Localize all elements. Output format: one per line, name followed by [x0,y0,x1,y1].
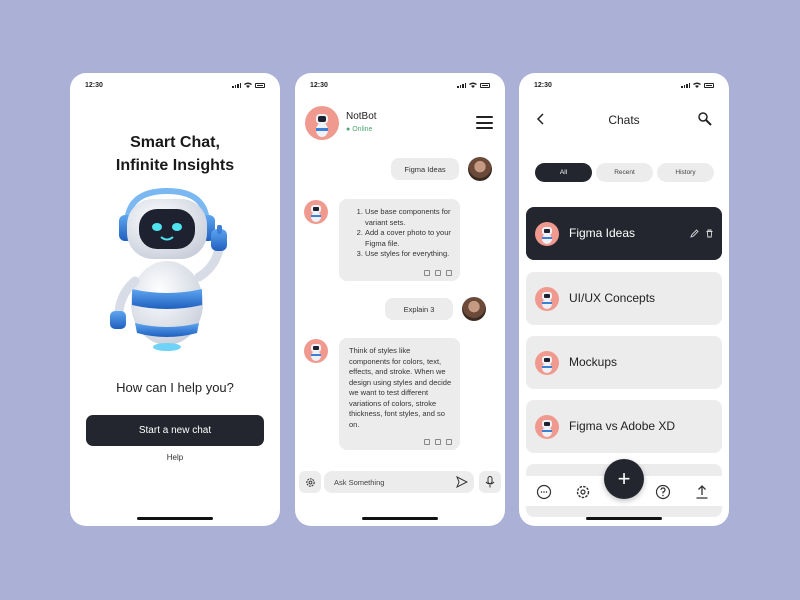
wifi-icon [469,82,477,88]
thumbs-up-icon[interactable] [435,270,441,276]
signal-icon [232,83,241,88]
copy-icon[interactable] [424,439,430,445]
message-input[interactable]: Ask Something [324,471,474,493]
menu-icon[interactable] [476,116,493,129]
user-message: Figma Ideas [391,158,459,180]
title-line-2: Infinite Insights [115,157,235,174]
home-indicator [362,517,438,520]
list-item: Use styles for everything. [365,249,452,260]
chat-title: Mockups [569,355,618,369]
gear-icon[interactable] [575,484,591,500]
chat-title: UI/UX Concepts [569,291,656,305]
welcome-screen: 12:30 Smart Chat, Infinite Insights How … [70,73,280,526]
bot-message: Use base components for variant sets. Ad… [339,199,460,281]
share-icon[interactable] [446,270,452,276]
user-avatar [468,157,492,181]
mic-button[interactable] [479,471,501,493]
tab-recent[interactable]: Recent [596,163,653,182]
signal-icon [681,83,690,88]
battery-icon [704,83,714,88]
bot-avatar [535,351,559,375]
chat-list-item[interactable]: Mockups [526,336,722,389]
bot-message-list: Use base components for variant sets. Ad… [349,207,452,260]
trash-icon[interactable] [705,229,714,238]
bot-avatar [535,287,559,311]
chat-list-item[interactable]: Figma Ideas [526,207,722,260]
page-title: Smart Chat, Infinite Insights [70,131,280,177]
user-avatar [462,297,486,321]
chat-actions [690,229,714,238]
settings-button[interactable] [299,471,321,493]
battery-icon [255,83,265,88]
mic-icon [485,476,495,488]
chat-list-item[interactable]: Figma vs Adobe XD [526,400,722,453]
message-reactions [424,439,452,445]
chat-list-item[interactable]: UI/UX Concepts [526,272,722,325]
chat-title: Figma vs Adobe XD [569,419,676,433]
bot-avatar[interactable] [305,106,339,140]
copy-icon[interactable] [424,270,430,276]
status-time: 12:30 [85,82,103,89]
user-message: Explain 3 [385,298,453,320]
bot-message-text: Think of styles like components for colo… [349,346,452,429]
title-line-1: Smart Chat, [130,134,220,151]
chat-title: Figma Ideas [569,226,636,240]
chats-screen: 12:30 Chats All Recent History Figma Ide… [519,73,729,526]
thumbs-up-icon[interactable] [435,439,441,445]
status-icons [681,82,714,88]
list-item: Add a cover photo to your Figma file. [365,228,452,249]
status-icons [232,82,265,88]
help-question: How can I help you? [116,380,234,395]
battery-icon [480,83,490,88]
wifi-icon [693,82,701,88]
online-status: ● Online [346,126,373,133]
home-indicator [137,517,213,520]
search-icon[interactable] [697,111,713,127]
bot-avatar [304,339,328,363]
upload-icon[interactable] [694,484,710,500]
tab-all[interactable]: All [535,163,592,182]
edit-icon[interactable] [690,229,699,238]
status-bar: 12:30 [519,81,729,93]
gear-icon [305,477,315,487]
status-bar: 12:30 [295,81,505,93]
start-new-chat-button[interactable]: Start a new chat [86,415,264,446]
input-placeholder: Ask Something [334,477,385,487]
message-reactions [424,270,452,276]
share-icon[interactable] [446,439,452,445]
signal-icon [457,83,466,88]
status-bar: 12:30 [70,81,280,93]
status-time: 12:30 [534,82,552,89]
status-icons [457,82,490,88]
home-indicator [586,517,662,520]
bot-avatar [304,200,328,224]
new-chat-fab[interactable]: + [604,459,644,499]
robot-illustration [110,187,227,351]
status-time: 12:30 [310,82,328,89]
send-icon[interactable] [456,476,468,488]
chat-screen: 12:30 NotBot ● Online Figma Ideas Use ba… [295,73,505,526]
help-link[interactable]: Help [70,453,280,462]
help-icon[interactable] [655,484,671,500]
bot-avatar [535,222,559,246]
bot-name: NotBot [346,111,377,122]
list-item: Use base components for variant sets. [365,207,452,228]
chat-icon[interactable] [536,484,552,500]
bot-message: Think of styles like components for colo… [339,338,460,450]
wifi-icon [244,82,252,88]
tab-history[interactable]: History [657,163,714,182]
online-status-label: Online [352,126,373,133]
bot-avatar [535,415,559,439]
